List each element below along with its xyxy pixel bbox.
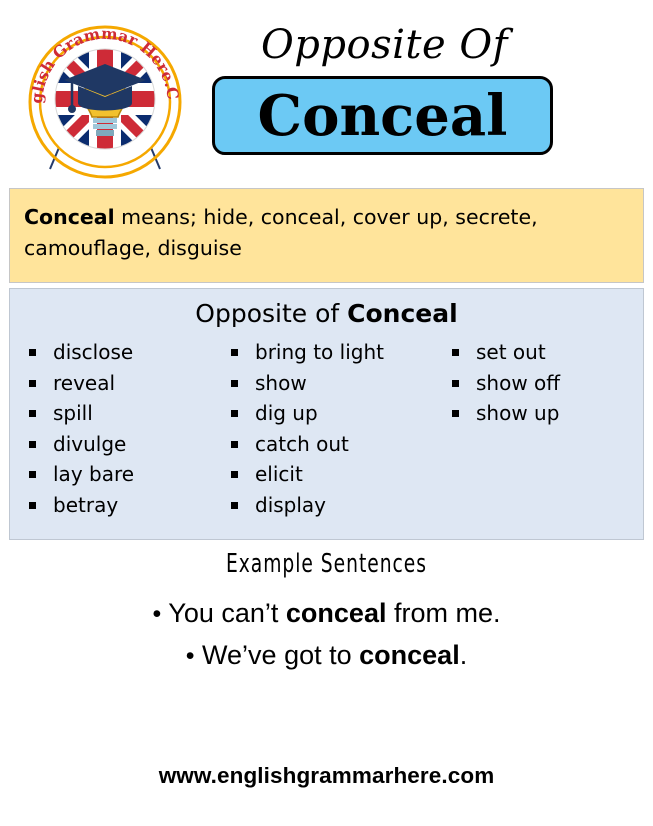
list-item: reveal [21,368,226,399]
example-keyword: conceal [285,598,387,628]
list-item-label: show [255,370,307,395]
square-bullet-icon [231,410,238,417]
list-item-label: divulge [53,431,127,456]
list-item-label: spill [53,401,93,425]
square-bullet-icon [231,379,238,387]
opposites-heading-term: Conceal [347,299,458,328]
list-item: catch out [223,429,443,460]
title-block: Opposite Of Conceal [212,20,632,155]
example-sentence: • We’ve got to conceal. [0,635,653,677]
examples-list: • You can’t conceal from me. • We’ve got… [0,593,653,677]
example-after: from me. [386,598,501,628]
example-sentence: • You can’t conceal from me. [0,593,653,635]
list-item-label: reveal [53,370,116,395]
list-item: show [223,368,443,399]
opposites-columns: disclose reveal spill divulge lay bare b… [10,337,643,533]
bullet-dot-icon: • [185,642,195,670]
footer-url: www.englishgrammarhere.com [158,763,495,788]
english-grammar-here-logo: English Grammar Here.Com [26,23,184,181]
example-before: We’ve got to [202,640,360,670]
examples-heading: Example Sentences [225,549,427,579]
opposites-column-1: disclose reveal spill divulge lay bare b… [21,337,226,520]
bullet-dot-icon: • [152,600,162,628]
list-item-label: disclose [53,340,134,364]
list-item: dig up [223,398,443,429]
opposites-heading-prefix: Opposite of [195,299,348,328]
list-item-label: bring to light [255,340,384,364]
example-before: You can’t [168,598,286,628]
list-item: disclose [21,337,226,368]
definition-text: Conceal means; hide, conceal, cover up, … [24,202,629,264]
list-item-label: catch out [255,431,349,456]
list-item: display [223,490,443,521]
list-item: lay bare [21,459,226,490]
square-bullet-icon [29,410,36,417]
list-item: show off [444,368,644,399]
list-item-label: dig up [255,401,318,425]
list-item: bring to light [223,337,443,368]
list-item-label: display [255,492,327,517]
list-item-label: show off [476,370,561,395]
list-item-label: show up [476,401,560,425]
list-item-label: lay bare [53,462,135,486]
square-bullet-icon [29,379,36,387]
page-title-prefix: Opposite Of [261,22,508,68]
list-item: spill [21,398,226,429]
square-bullet-icon [29,349,36,356]
square-bullet-icon [452,379,459,387]
definition-box: Conceal means; hide, conceal, cover up, … [9,188,644,283]
square-bullet-icon [231,349,238,356]
list-item: show up [444,398,644,429]
opposites-column-2: bring to light show dig up catch out eli… [223,337,443,520]
example-keyword: conceal [359,640,460,670]
definition-lead: means; [114,205,204,229]
header: English Grammar Here.Com Opposite Of Con… [0,0,653,186]
list-item: divulge [21,429,226,460]
square-bullet-icon [29,471,36,478]
list-item: elicit [223,459,443,490]
square-bullet-icon [231,471,238,478]
square-bullet-icon [452,410,459,417]
definition-term: Conceal [24,205,115,229]
example-after: . [459,640,468,670]
opposites-column-3: set out show off show up [444,337,644,429]
list-item-label: elicit [255,462,303,486]
list-item-label: set out [476,340,546,364]
square-bullet-icon [29,440,36,448]
square-bullet-icon [231,440,238,448]
list-item: set out [444,337,644,368]
opposites-heading: Opposite of Conceal [10,289,643,331]
square-bullet-icon [231,501,238,509]
square-bullet-icon [29,501,36,509]
headword: Conceal [257,82,508,149]
examples-section: Example Sentences • You can’t conceal fr… [0,548,653,677]
list-item: betray [21,490,226,521]
list-item-label: betray [53,492,119,517]
headword-box: Conceal [212,76,553,155]
poster-page: English Grammar Here.Com Opposite Of Con… [0,0,653,826]
opposites-box: Opposite of Conceal disclose reveal spil… [9,288,644,540]
square-bullet-icon [452,349,459,356]
